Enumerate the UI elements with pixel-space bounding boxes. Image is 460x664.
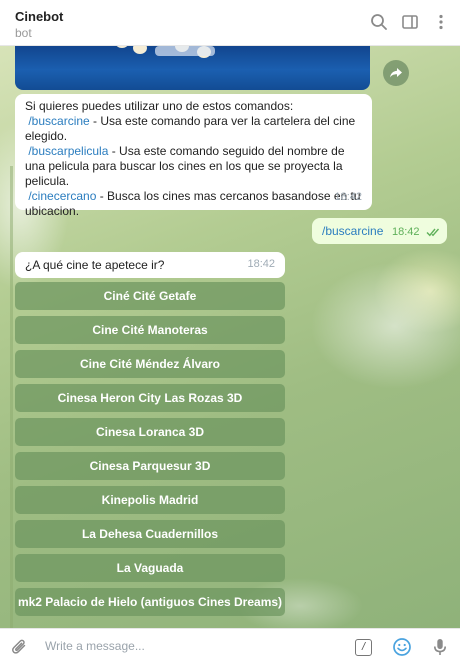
attach-icon[interactable] [10, 637, 30, 657]
question-text: ¿A qué cine te apetece ir? [25, 258, 165, 272]
keyboard-button[interactable]: Cinesa Loranca 3D [15, 418, 285, 446]
chat-area[interactable]: Si quieres puedes utilizar uno de estos … [0, 46, 460, 628]
keyboard-button[interactable]: mk2 Palacio de Hielo (antiguos Cines Dre… [15, 588, 285, 616]
emoji-icon[interactable] [392, 637, 412, 657]
command-line: /buscarcine - Usa este comando para ver … [25, 114, 362, 144]
bot-command-button[interactable]: / [355, 639, 372, 656]
keyboard-button[interactable]: Kinepolis Madrid [15, 486, 285, 514]
chat-header: Cinebot bot [0, 0, 460, 46]
command-link[interactable]: /buscarpelicula [28, 144, 108, 158]
chat-title[interactable]: Cinebot [15, 9, 63, 24]
command-line: /cinecercano - Busca los cines mas cerca… [25, 189, 362, 219]
question-message: ¿A qué cine te apetece ir? 18:42 [15, 252, 285, 278]
outgoing-message: /buscarcine 18:42 [312, 218, 447, 244]
more-icon[interactable] [431, 12, 451, 32]
double-check-icon [426, 228, 440, 237]
share-button[interactable] [383, 60, 409, 86]
commands-message: Si quieres puedes utilizar uno de estos … [15, 94, 372, 218]
keyboard-button[interactable]: Ciné Cité Getafe [15, 282, 285, 310]
media-image[interactable] [15, 46, 370, 90]
popcorn-shape [115, 46, 129, 48]
popcorn-shape [133, 46, 147, 54]
message-input[interactable]: Write a message... [45, 639, 145, 653]
keyboard-button[interactable]: La Dehesa Cuadernillos [15, 520, 285, 548]
keyboard-button[interactable]: Cinesa Heron City Las Rozas 3D [15, 384, 285, 412]
command-line: /buscarpelicula - Usa este comando segui… [25, 144, 362, 189]
commands-intro: Si quieres puedes utilizar uno de estos … [25, 99, 294, 113]
message-time: 18:42 [247, 258, 275, 270]
command-link[interactable]: /buscarcine [28, 114, 89, 128]
keyboard-button[interactable]: Cine Cité Manoteras [15, 316, 285, 344]
sidebar-icon[interactable] [400, 12, 420, 32]
microphone-icon[interactable] [430, 637, 450, 657]
command-link[interactable]: /cinecercano [28, 189, 96, 203]
chat-subtitle: bot [15, 26, 32, 40]
keyboard-button[interactable]: Cinesa Parquesur 3D [15, 452, 285, 480]
keyboard-button[interactable]: Cine Cité Méndez Álvaro [15, 350, 285, 378]
keyboard-button[interactable]: La Vaguada [15, 554, 285, 582]
outgoing-command-link[interactable]: /buscarcine [322, 224, 383, 238]
message-composer: Write a message... / [0, 628, 460, 664]
bucket-rim-shape [155, 46, 215, 56]
search-icon[interactable] [369, 12, 389, 32]
message-time: 18:42 [392, 226, 420, 238]
message-time: 18:42 [334, 191, 362, 203]
share-icon [390, 68, 402, 78]
